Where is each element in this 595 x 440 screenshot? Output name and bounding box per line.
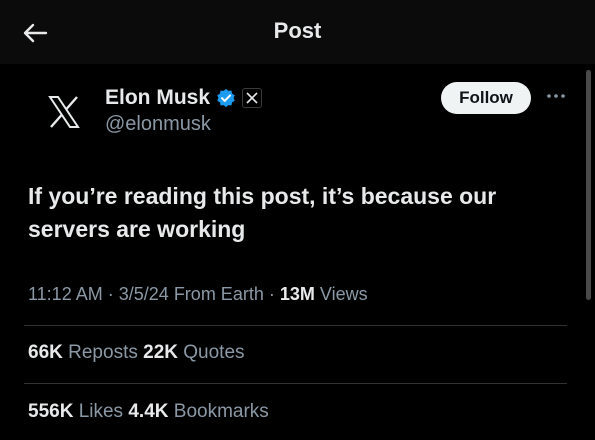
author-display-name[interactable]: Elon Musk: [105, 86, 210, 110]
likes-count: 556K: [28, 401, 74, 422]
divider: [24, 383, 567, 384]
engagement-row: 556K Likes 4.4K Bookmarks: [28, 401, 269, 423]
meta-separator: ·: [107, 284, 114, 304]
top-bar: Post: [0, 0, 595, 64]
more-icon: [547, 94, 565, 98]
likes-label: Likes: [78, 401, 124, 422]
post-meta: 11:12 AM · 3/5/24 From Earth · 13M Views: [28, 284, 368, 305]
reposts-count: 66K: [28, 342, 63, 363]
post-date[interactable]: 3/5/24: [119, 284, 169, 304]
page-title: Post: [273, 18, 322, 43]
follow-button[interactable]: Follow: [441, 82, 531, 114]
author-name-row: Elon Musk: [105, 84, 263, 112]
x-affiliate-badge-icon[interactable]: [242, 88, 263, 108]
scrollbar[interactable]: [586, 70, 591, 300]
more-button[interactable]: [542, 86, 570, 106]
meta-separator: ·: [268, 284, 275, 304]
divider: [24, 325, 567, 326]
reposts-stat[interactable]: 66K Reposts: [28, 342, 143, 363]
post-time[interactable]: 11:12 AM: [28, 284, 103, 304]
x-logo-icon: [48, 96, 80, 128]
post-text: If you’re reading this post, it’s becaus…: [28, 183, 497, 242]
avatar[interactable]: [40, 88, 88, 136]
author-handle[interactable]: @elonmusk: [105, 113, 211, 136]
views-label: Views: [319, 284, 368, 304]
reposts-label: Reposts: [68, 342, 138, 363]
post-source: From Earth: [173, 284, 264, 304]
bookmarks-stat[interactable]: 4.4K Bookmarks: [128, 401, 268, 422]
verified-badge-icon[interactable]: [216, 88, 236, 108]
quotes-label: Quotes: [183, 342, 245, 363]
likes-stat[interactable]: 556K Likes: [28, 401, 128, 422]
quotes-stat[interactable]: 22K Quotes: [143, 342, 244, 363]
x-mini-logo-icon: [246, 92, 258, 104]
bookmarks-label: Bookmarks: [173, 401, 269, 422]
bookmarks-count: 4.4K: [128, 401, 169, 422]
engagement-row: 66K Reposts 22K Quotes: [28, 342, 245, 364]
quotes-count: 22K: [143, 342, 178, 363]
views-count: 13M: [279, 284, 315, 304]
